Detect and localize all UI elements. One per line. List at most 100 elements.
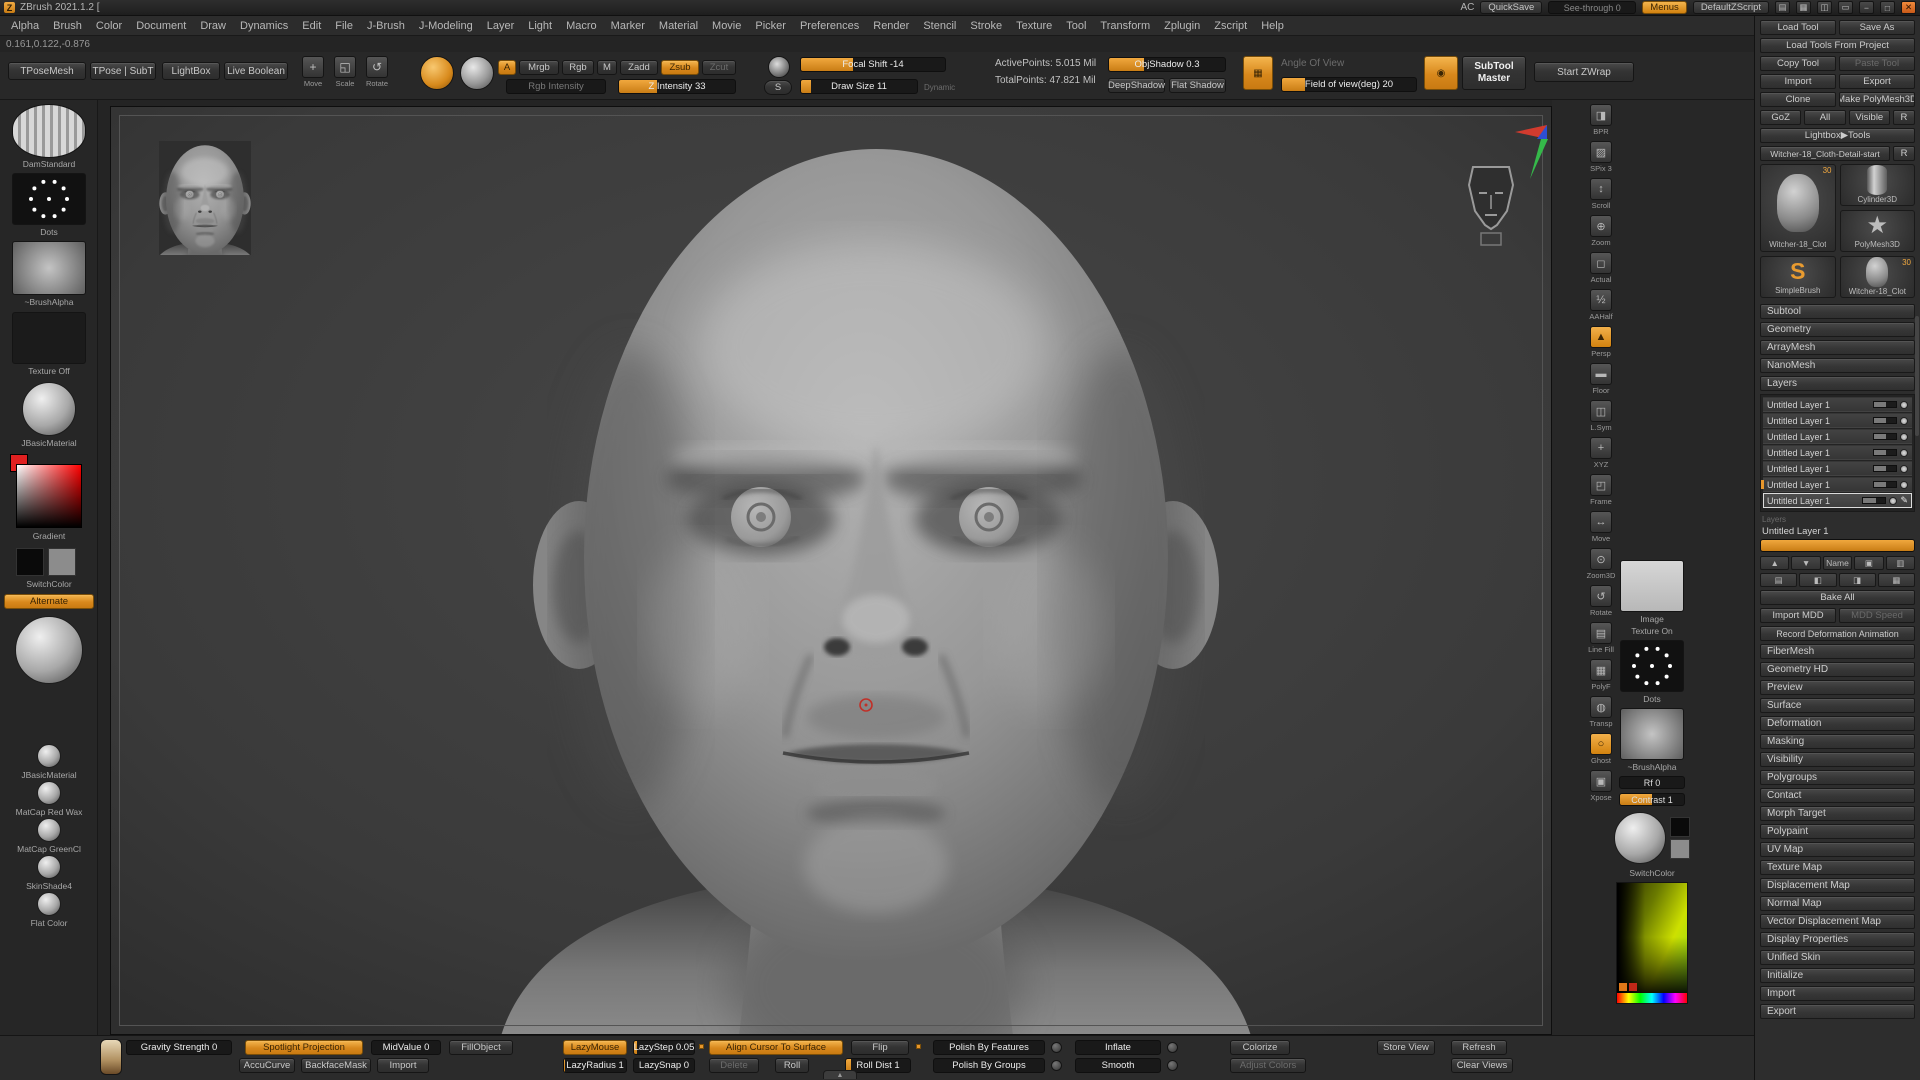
tool-section-header[interactable]: Visibility (1760, 752, 1915, 767)
layer-eye-icon[interactable] (1900, 481, 1908, 489)
make-polymesh3d-button[interactable]: Make PolyMesh3D (1839, 92, 1915, 107)
refresh-button[interactable]: Refresh (1451, 1040, 1507, 1055)
menu-item[interactable]: Zscript (1207, 16, 1254, 36)
stroke-thumbnail[interactable] (12, 173, 86, 225)
tool-section-header[interactable]: Vector Displacement Map (1760, 914, 1915, 929)
menu-item[interactable]: Texture (1009, 16, 1059, 36)
shelf-toggle[interactable]: ⊕ Zoom (1578, 215, 1624, 247)
goz-visible-button[interactable]: Visible (1849, 110, 1890, 125)
load-tool-button[interactable]: Load Tool (1760, 20, 1836, 35)
menu-item[interactable]: Marker (604, 16, 652, 36)
layer-control-button[interactable]: ▦ (1878, 573, 1915, 587)
active-tool-name[interactable]: Witcher-18_Cloth-Detail-start (1760, 146, 1890, 161)
switchcolor-label[interactable]: SwitchColor (0, 579, 98, 589)
material-sphere[interactable] (37, 855, 61, 879)
window-icon[interactable]: ▭ (1838, 1, 1853, 14)
tool-thumbnail[interactable]: Cylinder3D (1840, 164, 1916, 206)
layer-eye-icon[interactable] (1900, 401, 1908, 409)
layer-mini-slider[interactable] (1862, 497, 1886, 504)
menu-item[interactable]: Stencil (916, 16, 963, 36)
load-tools-from-project-button[interactable]: Load Tools From Project (1760, 38, 1915, 53)
a-toggle[interactable]: A (498, 60, 516, 75)
modifier-dot[interactable] (699, 1044, 704, 1049)
secondary-color-swatch[interactable] (48, 548, 76, 576)
menu-item[interactable]: Material (652, 16, 705, 36)
layer-eye-icon[interactable] (1900, 417, 1908, 425)
menu-item[interactable]: Draw (193, 16, 233, 36)
rgb-toggle[interactable]: Rgb (562, 60, 594, 75)
polish-by-groups-slider[interactable]: Polish By Groups (933, 1058, 1045, 1073)
maximize-button[interactable]: □ (1880, 1, 1895, 14)
tool-section-header[interactable]: FiberMesh (1760, 644, 1915, 659)
axis-gizmo[interactable] (1503, 123, 1549, 181)
current-brush-icon[interactable] (420, 56, 454, 90)
tool-section-header[interactable]: ArrayMesh (1760, 340, 1915, 355)
angle-of-view-label[interactable]: Angle Of View (1281, 58, 1344, 69)
main-color-swatch[interactable] (16, 548, 44, 576)
deepshadow-button[interactable]: DeepShadow (1108, 78, 1165, 93)
sculpt-viewport[interactable] (111, 107, 1552, 1035)
import-mdd-button[interactable]: Import MDD (1760, 608, 1836, 623)
menu-item[interactable]: Picker (748, 16, 793, 36)
tool-section-header[interactable]: Polygroups (1760, 770, 1915, 785)
gradient-label[interactable]: Gradient (0, 531, 98, 541)
color-picker[interactable] (16, 464, 82, 528)
menu-item[interactable]: Light (521, 16, 559, 36)
clone-button[interactable]: Clone (1760, 92, 1836, 107)
stroke-type-icon[interactable]: S (764, 80, 792, 95)
menus-button[interactable]: Menus (1642, 1, 1687, 14)
menu-item[interactable]: Edit (295, 16, 328, 36)
delete-button[interactable]: Delete (709, 1058, 759, 1073)
tool-section-header[interactable]: Displacement Map (1760, 878, 1915, 893)
shelf-toggle[interactable]: ▬ Floor (1578, 363, 1624, 395)
tool-section-header[interactable]: Geometry HD (1760, 662, 1915, 677)
accucurve-button[interactable]: AccuCurve (239, 1058, 295, 1073)
tool-thumbnail[interactable]: 30 Witcher-18_Clot (1760, 164, 1836, 252)
layer-mini-slider[interactable] (1873, 481, 1897, 488)
move-tool[interactable]: + Move (298, 56, 328, 94)
copy-tool-button[interactable]: Copy Tool (1760, 56, 1836, 71)
menu-item[interactable]: Zplugin (1157, 16, 1207, 36)
rf-slider[interactable]: Rf 0 (1619, 776, 1685, 789)
zcut-toggle[interactable]: Zcut (702, 60, 736, 75)
tray-divider-tab[interactable]: ▲ (823, 1070, 857, 1079)
gradient-circle-icon[interactable] (768, 56, 790, 78)
window-icon[interactable]: ◫ (1817, 1, 1832, 14)
lazyradius-slider[interactable]: LazyRadius 1 (563, 1058, 627, 1073)
layer-row[interactable]: Untitled Layer 1 ✎ (1763, 429, 1912, 444)
align-cursor-button[interactable]: Align Cursor To Surface (709, 1040, 843, 1055)
fillobject-button[interactable]: FillObject (449, 1040, 513, 1055)
layer-eye-icon[interactable] (1889, 497, 1897, 505)
perspective-grid-icon[interactable]: ▦ (1243, 56, 1273, 90)
texture-thumbnail[interactable] (12, 312, 86, 364)
scale-tool[interactable]: ◱ Scale (330, 56, 360, 94)
shelf-toggle[interactable]: ◻ Actual (1578, 252, 1624, 284)
shelf-toggle[interactable]: ▨ SPix 3 (1578, 141, 1624, 173)
quicksave-button[interactable]: QuickSave (1480, 1, 1542, 14)
see-through-slider[interactable]: See-through 0 (1548, 1, 1636, 14)
zadd-toggle[interactable]: Zadd (620, 60, 658, 75)
polish-by-features-slider[interactable]: Polish By Features (933, 1040, 1045, 1055)
rgb-intensity-slider[interactable]: Rgb Intensity (506, 79, 606, 94)
close-button[interactable]: ✕ (1901, 1, 1916, 14)
menu-item[interactable]: J-Modeling (412, 16, 480, 36)
menu-item[interactable]: Brush (46, 16, 89, 36)
smooth-slider[interactable]: Smooth (1075, 1058, 1161, 1073)
menu-item[interactable]: Color (89, 16, 129, 36)
tool-thumbnail[interactable]: SimpleBrush (1760, 256, 1836, 298)
alpha-thumbnail[interactable] (12, 241, 86, 295)
import-curve-button[interactable]: Import (377, 1058, 429, 1073)
goz-all-button[interactable]: All (1804, 110, 1845, 125)
material-sphere[interactable] (37, 892, 61, 916)
layer-eye-icon[interactable] (1900, 449, 1908, 457)
layer-control-button[interactable]: ▼ (1791, 556, 1820, 570)
tool-section-header[interactable]: Texture Map (1760, 860, 1915, 875)
layer-mini-slider[interactable] (1873, 417, 1897, 424)
lazysnap-slider[interactable]: LazySnap 0 (633, 1058, 695, 1073)
head-thumbnail[interactable] (159, 141, 251, 255)
stroke-slot-thumbnail[interactable] (1620, 640, 1684, 692)
window-icon[interactable]: ▤ (1775, 1, 1790, 14)
shelf-toggle[interactable]: ◨ BPR (1578, 104, 1624, 136)
smooth-toggle[interactable] (1167, 1060, 1178, 1071)
menu-item[interactable]: Tool (1059, 16, 1093, 36)
